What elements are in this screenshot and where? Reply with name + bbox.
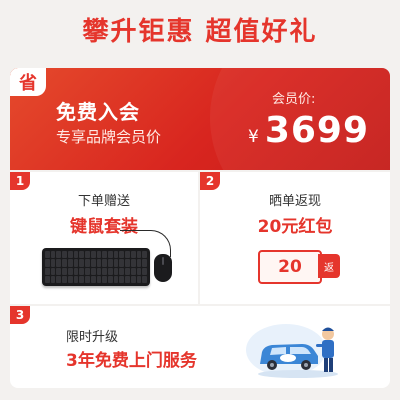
- benefit-label: 晒单返现: [268, 194, 321, 209]
- benefit-card-service[interactable]: 3 限时升级 3年免费上门服务: [10, 306, 390, 388]
- coupon-return-tag: 返: [318, 254, 340, 278]
- keyboard-image: [42, 248, 150, 286]
- currency-symbol: ¥: [248, 127, 259, 147]
- benefit-card-cashback[interactable]: 2 晒单返现 20元红包 20 返: [200, 172, 390, 304]
- benefit-value: 20元红包: [257, 217, 333, 237]
- benefit-label: 限时升级: [66, 330, 119, 345]
- member-price-label: 会员价:: [272, 92, 316, 107]
- benefit-number: 3: [10, 306, 30, 324]
- price-value: 3699: [264, 110, 370, 151]
- member-price: ¥ 3699: [248, 110, 369, 151]
- promo-title: 免费入会: [56, 100, 140, 124]
- save-tag: 省: [10, 68, 46, 96]
- benefit-number: 1: [10, 172, 30, 190]
- red-packet-coupon-icon: 20: [258, 250, 322, 284]
- benefit-value: 键鼠套装: [70, 217, 138, 237]
- page-headline: 攀升钜惠 超值好礼: [82, 16, 318, 47]
- benefit-card-gift[interactable]: 1 下单赠送 键鼠套装: [10, 172, 198, 304]
- promo-subtitle: 专享品牌会员价: [56, 128, 162, 146]
- benefit-value: 3年免费上门服务: [66, 351, 197, 371]
- benefit-number: 2: [200, 172, 220, 190]
- mouse-image: [154, 254, 172, 282]
- membership-promo-banner[interactable]: 省 免费入会 专享品牌会员价 会员价: ¥ 3699: [10, 68, 390, 170]
- benefit-label: 下单赠送: [77, 194, 130, 209]
- service-van-image: [246, 324, 338, 378]
